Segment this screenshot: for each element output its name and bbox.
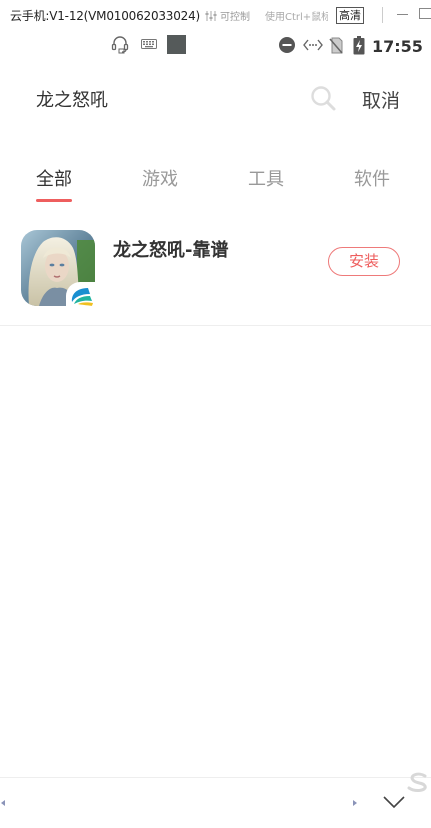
cancel-button[interactable]: 取消: [362, 86, 400, 113]
install-button[interactable]: 安装: [328, 247, 400, 276]
active-tab-indicator: [36, 199, 72, 202]
tab-all[interactable]: 全部: [36, 165, 72, 202]
do-not-disturb-icon: [279, 37, 295, 53]
tab-label: 工具: [248, 169, 284, 190]
search-bar: 取消: [0, 78, 431, 120]
list-item[interactable]: 龙之怒吼-靠谱 安装: [0, 222, 431, 326]
minimize-button[interactable]: [397, 14, 408, 15]
sliders-icon: [205, 10, 217, 21]
keyboard-icon: [141, 39, 157, 49]
tab-label: 软件: [354, 169, 390, 190]
control-toggle[interactable]: 可控制: [205, 8, 250, 23]
no-sim-icon: [329, 37, 343, 54]
scroll-right-arrow-icon[interactable]: [353, 800, 357, 806]
tab-label: 全部: [36, 169, 72, 190]
tab-label: 游戏: [142, 169, 178, 190]
tab-software[interactable]: 软件: [354, 165, 390, 191]
search-icon[interactable]: [309, 84, 337, 112]
status-time: 17:55: [372, 37, 423, 56]
search-input[interactable]: [36, 86, 286, 112]
status-bar: 17:55: [0, 30, 431, 62]
window-divider: [382, 7, 383, 23]
headset-icon: [111, 36, 129, 54]
floating-logo-icon: [407, 772, 427, 792]
window-hint: 使用Ctrl+鼠标: [265, 12, 328, 23]
chevron-down-icon[interactable]: [382, 794, 406, 810]
scroll-left-arrow-icon[interactable]: [1, 800, 5, 806]
quality-button[interactable]: 高清: [336, 7, 364, 24]
control-label: 可控制: [220, 12, 250, 23]
emulator-title-bar: 云手机:V1-12(VM010062033024) 可控制 使用Ctrl+鼠标 …: [0, 0, 431, 30]
app-name: 龙之怒吼-靠谱: [113, 240, 229, 261]
category-tabs: 全部 游戏 工具 软件: [0, 165, 431, 207]
emulator-bottom-bar: [0, 772, 431, 828]
square-icon: [167, 35, 186, 54]
tab-games[interactable]: 游戏: [142, 165, 178, 191]
maximize-button[interactable]: [419, 8, 431, 19]
battery-charging-icon: [353, 36, 365, 55]
platform-badge-icon: [66, 282, 97, 309]
tab-tools[interactable]: 工具: [248, 165, 284, 191]
data-transfer-icon: [303, 39, 323, 51]
emulator-screen: 云手机:V1-12(VM010062033024) 可控制 使用Ctrl+鼠标 …: [0, 0, 431, 828]
window-title: 云手机:V1-12(VM010062033024): [10, 9, 201, 23]
